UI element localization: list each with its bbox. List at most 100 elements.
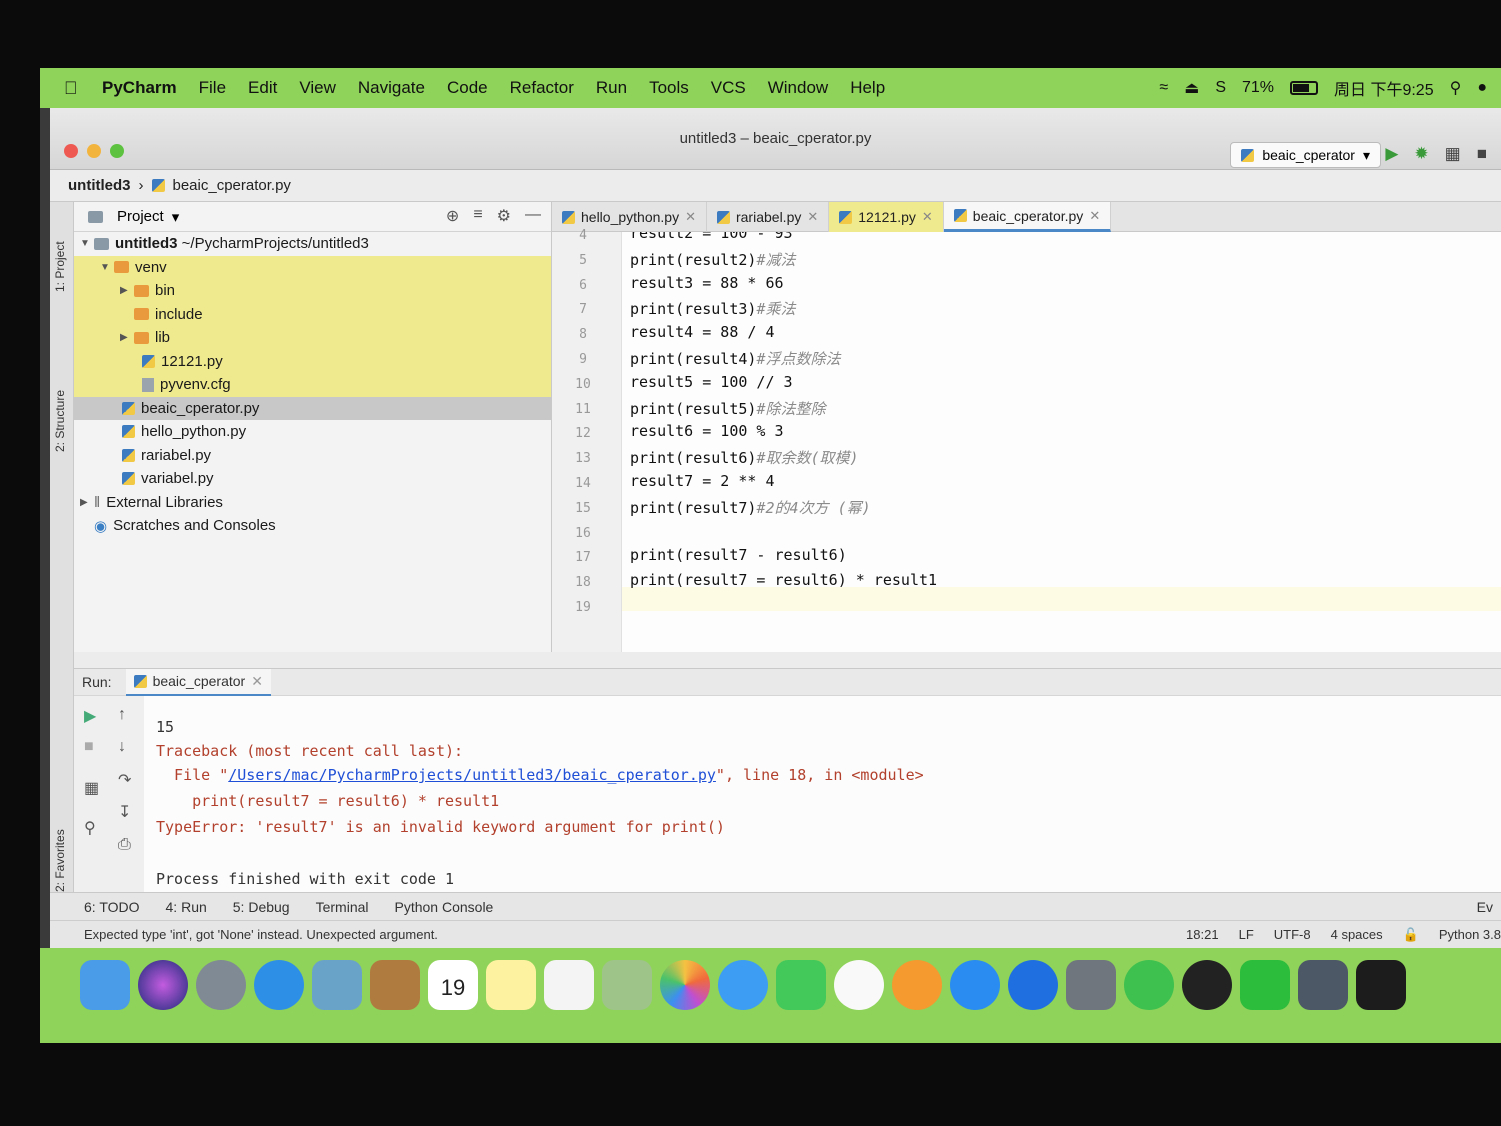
tab-beaic-cperator[interactable]: beaic_cperator.py ✕: [943, 202, 1112, 232]
spotlight-icon[interactable]: ⚲: [1450, 78, 1462, 98]
menu-tools[interactable]: Tools: [649, 78, 689, 98]
breadcrumb-file[interactable]: beaic_cperator.py: [173, 177, 291, 194]
tree-root[interactable]: ▼ untitled3 ~/PycharmProjects/untitled3: [74, 232, 551, 256]
tool-debug[interactable]: 5: Debug: [233, 899, 290, 915]
tab-rariabel[interactable]: rariabel.py ✕: [707, 202, 830, 232]
tool-todo[interactable]: 6: TODO: [84, 899, 140, 915]
siri-icon[interactable]: [138, 960, 188, 1010]
tree-item-bin[interactable]: ▶ bin: [74, 279, 551, 303]
menu-edit[interactable]: Edit: [248, 78, 277, 98]
messages-icon[interactable]: [718, 960, 768, 1010]
menu-window[interactable]: Window: [768, 78, 828, 98]
menu-file[interactable]: File: [199, 78, 226, 98]
iqiyi-icon[interactable]: [1240, 960, 1290, 1010]
structure-tool-tab[interactable]: 2: Structure: [53, 390, 67, 452]
tab-12121[interactable]: 12121.py ✕: [829, 202, 944, 232]
collapsed-arrow-icon[interactable]: ▶: [120, 332, 134, 343]
music-icon[interactable]: [834, 960, 884, 1010]
books-icon[interactable]: [892, 960, 942, 1010]
close-tab-icon[interactable]: ✕: [685, 209, 696, 225]
menu-vcs[interactable]: VCS: [711, 78, 746, 98]
lock-icon[interactable]: 🔓: [1403, 927, 1419, 943]
status-encoding[interactable]: UTF-8: [1274, 927, 1311, 943]
photos-icon[interactable]: [660, 960, 710, 1010]
tool-event-log[interactable]: Ev: [1477, 899, 1493, 915]
run-icon[interactable]: ▶: [1385, 144, 1398, 164]
project-tool-tab[interactable]: 1: Project: [53, 241, 67, 292]
tree-item-lib[interactable]: ▶ lib: [74, 326, 551, 350]
calendar-icon[interactable]: 19: [428, 960, 478, 1010]
status-interpreter[interactable]: Python 3.8: [1439, 927, 1501, 943]
soft-wrap-icon[interactable]: ↷: [118, 770, 131, 790]
menu-navigate[interactable]: Navigate: [358, 78, 425, 98]
run-config-select[interactable]: beaic_cperator ▾: [1230, 142, 1381, 168]
wifi-icon[interactable]: ≈: [1159, 79, 1168, 97]
tool-run[interactable]: 4: Run: [166, 899, 207, 915]
pin-icon[interactable]: ⚲: [84, 818, 96, 838]
favorites-tool-tab[interactable]: 2: Favorites: [53, 829, 67, 892]
preview-icon[interactable]: [312, 960, 362, 1010]
scroll-down-icon[interactable]: ↓: [118, 738, 126, 756]
status-line-separator[interactable]: LF: [1239, 927, 1254, 943]
print-icon[interactable]: ⎙: [118, 836, 131, 854]
tree-item-rariabel[interactable]: rariabel.py: [74, 444, 551, 468]
tree-item-pyvenv[interactable]: pyvenv.cfg: [74, 373, 551, 397]
menu-clock[interactable]: 周日 下午9:25: [1334, 76, 1434, 100]
project-view-select[interactable]: Project: [117, 208, 164, 225]
tree-item-external-libraries[interactable]: ▶ ‖ External Libraries: [74, 491, 551, 515]
rerun-icon[interactable]: ▶: [84, 706, 96, 726]
close-tab-icon[interactable]: ✕: [807, 209, 818, 225]
sync-icon[interactable]: S: [1215, 79, 1226, 97]
siri-icon[interactable]: ●: [1477, 79, 1487, 97]
safari-icon[interactable]: [254, 960, 304, 1010]
scroll-to-end-icon[interactable]: ↧: [118, 802, 131, 822]
maps-icon[interactable]: [602, 960, 652, 1010]
tree-item-variabel[interactable]: variabel.py: [74, 467, 551, 491]
gear-icon[interactable]: ⚙: [497, 206, 511, 226]
code-editor[interactable]: result2 = 100 - 93 print(result2)#减法 resul…: [622, 232, 1501, 652]
breadcrumb-project[interactable]: untitled3: [68, 177, 131, 194]
hide-icon[interactable]: —: [525, 206, 541, 226]
tree-item-12121[interactable]: 12121.py: [74, 349, 551, 373]
reminders-icon[interactable]: [544, 960, 594, 1010]
menu-help[interactable]: Help: [850, 78, 885, 98]
collapsed-arrow-icon[interactable]: ▶: [80, 497, 94, 508]
locate-icon[interactable]: ⊕: [446, 206, 459, 226]
stop-icon[interactable]: ■: [84, 738, 94, 756]
collapsed-arrow-icon[interactable]: ▶: [120, 285, 134, 296]
tree-item-hello-python[interactable]: hello_python.py: [74, 420, 551, 444]
stop-icon[interactable]: ■: [1477, 144, 1487, 164]
qq-icon[interactable]: [1182, 960, 1232, 1010]
finder-icon[interactable]: [80, 960, 130, 1010]
tree-item-venv[interactable]: ▼ venv: [74, 255, 551, 279]
tree-item-include[interactable]: include: [74, 302, 551, 326]
tree-item-beaic-cperator[interactable]: beaic_cperator.py: [74, 396, 551, 420]
battery-icon[interactable]: [1290, 81, 1319, 95]
collapse-all-icon[interactable]: ≡: [473, 206, 482, 226]
menu-view[interactable]: View: [299, 78, 336, 98]
menu-code[interactable]: Code: [447, 78, 488, 98]
expanded-arrow-icon[interactable]: ▼: [100, 262, 114, 273]
tree-item-scratches[interactable]: ◉ Scratches and Consoles: [74, 514, 551, 538]
utility-icon[interactable]: [1298, 960, 1348, 1010]
contacts-icon[interactable]: [370, 960, 420, 1010]
system-preferences-icon[interactable]: [1066, 960, 1116, 1010]
status-indent[interactable]: 4 spaces: [1331, 927, 1383, 943]
status-position[interactable]: 18:21: [1186, 927, 1219, 943]
menu-refactor[interactable]: Refactor: [510, 78, 574, 98]
run-tab[interactable]: beaic_cperator ✕: [125, 668, 271, 696]
scroll-up-icon[interactable]: ↑: [118, 706, 126, 724]
notes-icon[interactable]: [486, 960, 536, 1010]
close-tab-icon[interactable]: ✕: [251, 673, 263, 690]
eject-icon[interactable]: ⏏: [1184, 78, 1199, 98]
apple-icon[interactable]: : [64, 78, 102, 99]
launchpad-icon[interactable]: [196, 960, 246, 1010]
pycharm-icon[interactable]: [1356, 960, 1406, 1010]
debug-icon[interactable]: ✹: [1414, 144, 1428, 164]
layout-icon[interactable]: ▦: [84, 778, 99, 798]
app-store-icon[interactable]: [950, 960, 1000, 1010]
tool-terminal[interactable]: Terminal: [316, 899, 369, 915]
console-file-link[interactable]: /Users/mac/PycharmProjects/untitled3/bea…: [228, 766, 716, 784]
wechat-icon[interactable]: [1124, 960, 1174, 1010]
tool-python-console[interactable]: Python Console: [395, 899, 494, 915]
